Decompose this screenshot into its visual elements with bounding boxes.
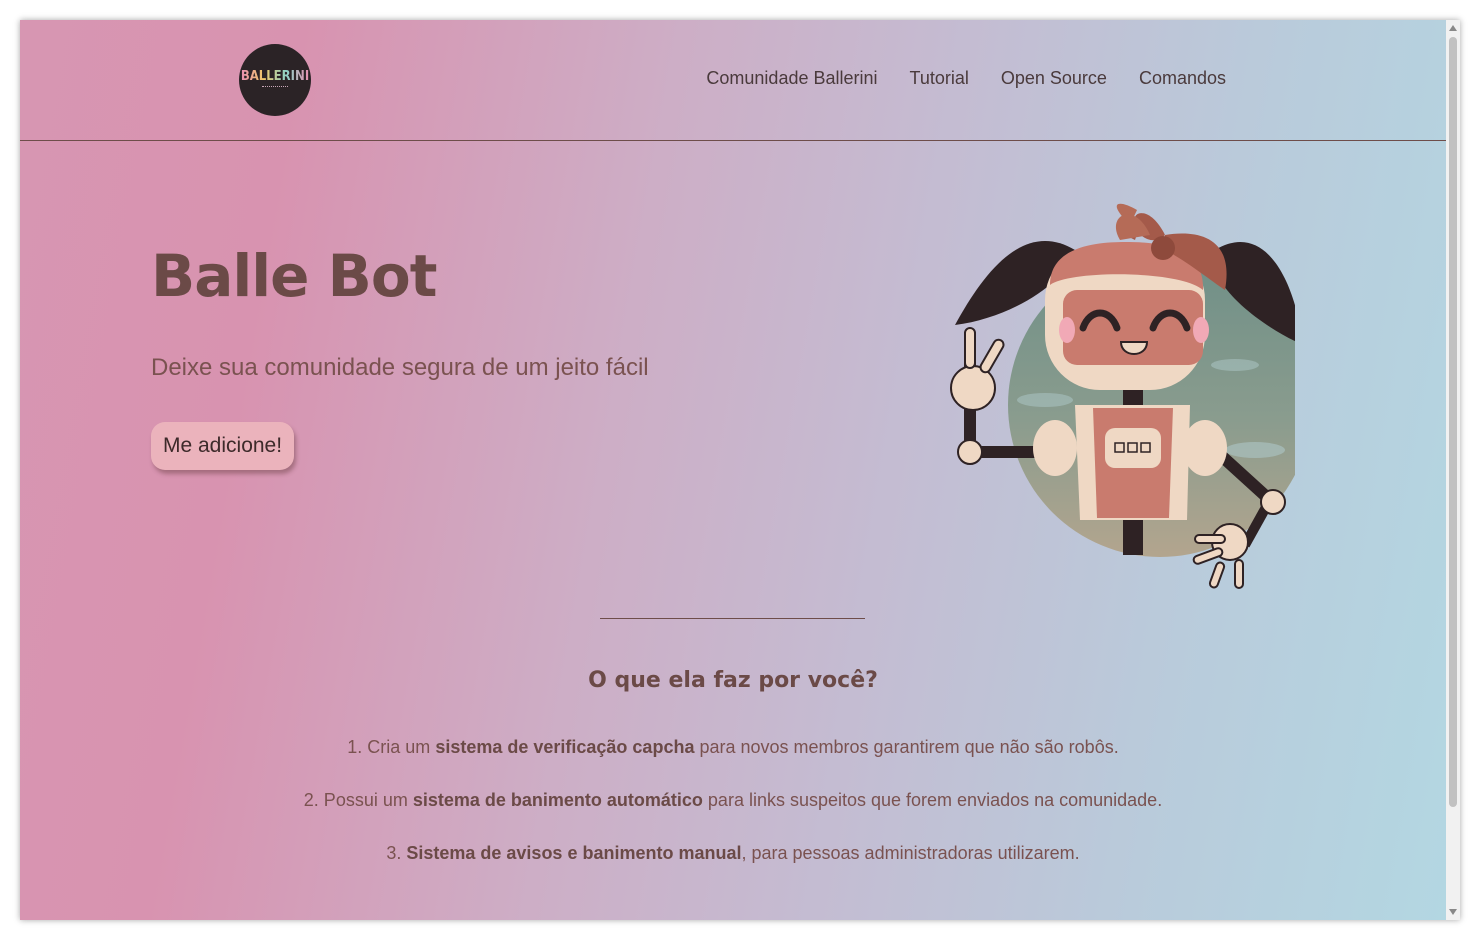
scrollbar-thumb[interactable]: [1449, 37, 1457, 807]
vertical-scrollbar[interactable]: [1446, 20, 1460, 920]
nav-link-comandos[interactable]: Comandos: [1139, 68, 1226, 89]
ballerini-logo[interactable]: BALLERINI: [239, 44, 311, 116]
scroll-down-arrow-icon[interactable]: [1449, 909, 1457, 915]
features-title: O que ela faz por você?: [588, 668, 878, 693]
feature-suffix: para links suspeitos que forem enviados …: [702, 790, 1163, 810]
feature-highlight: sistema de banimento automático: [412, 790, 703, 810]
robot-mascot-illustration: [950, 203, 1295, 589]
feature-highlight: Sistema de avisos e banimento manual: [406, 843, 742, 863]
feature-prefix: 3.: [386, 843, 407, 863]
browser-window: BALLERINI Comunidade Ballerini Tutorial …: [20, 20, 1460, 920]
feature-prefix: 2. Possui um: [303, 790, 413, 810]
feature-suffix: , para pessoas administradoras utilizare…: [741, 843, 1080, 863]
hero-title: Balle Bot: [151, 242, 437, 310]
nav-link-open-source[interactable]: Open Source: [1001, 68, 1107, 89]
page: BALLERINI Comunidade Ballerini Tutorial …: [20, 20, 1446, 920]
scroll-up-arrow-icon[interactable]: [1449, 25, 1457, 31]
add-bot-button[interactable]: Me adicione!: [151, 422, 295, 470]
nav-link-comunidade[interactable]: Comunidade Ballerini: [706, 68, 877, 89]
logo-text: BALLERINI: [240, 69, 310, 84]
site-header: BALLERINI Comunidade Ballerini Tutorial …: [20, 20, 1446, 141]
main-nav: Comunidade Ballerini Tutorial Open Sourc…: [706, 68, 1226, 89]
feature-highlight: sistema de verificação capcha: [435, 737, 695, 757]
nav-link-tutorial[interactable]: Tutorial: [910, 68, 969, 89]
section-divider: [600, 618, 865, 619]
logo-decoration: [262, 86, 288, 91]
features-list: 1. Cria um sistema de verificação capcha…: [20, 738, 1446, 897]
list-item: 1. Cria um sistema de verificação capcha…: [20, 738, 1446, 757]
feature-suffix: para novos membros garantirem que não sã…: [694, 737, 1119, 757]
hero-subtitle: Deixe sua comunidade segura de um jeito …: [151, 354, 649, 381]
feature-prefix: 1. Cria um: [347, 737, 436, 757]
list-item: 2. Possui um sistema de banimento automá…: [20, 791, 1446, 810]
list-item: 3. Sistema de avisos e banimento manual,…: [20, 844, 1446, 863]
